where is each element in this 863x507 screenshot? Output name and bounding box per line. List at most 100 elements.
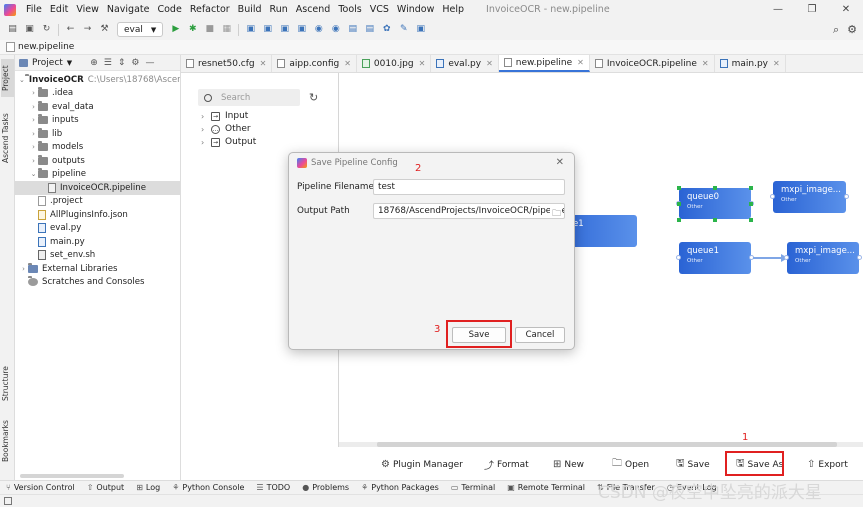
ascend-tool-7-icon[interactable]: ▤: [347, 24, 358, 35]
tab-new-pipeline[interactable]: new.pipeline ✕: [498, 55, 590, 72]
save-all-icon[interactable]: ▣: [24, 24, 35, 35]
pipeline-filename-input[interactable]: test: [373, 179, 565, 195]
menu-code[interactable]: Code: [153, 4, 185, 15]
tree-item-inputs[interactable]: › inputs: [15, 114, 180, 128]
menu-view[interactable]: View: [72, 4, 103, 15]
output-path-input[interactable]: 18768/AscendProjects/InvoiceOCR/pipeline…: [373, 203, 565, 219]
resize-handle[interactable]: [713, 186, 717, 190]
open-folder-icon[interactable]: ▤: [7, 24, 18, 35]
tool-python-packages[interactable]: ⚘ Python Packages: [355, 483, 445, 492]
input-port[interactable]: [676, 255, 681, 260]
tree-item-main-py[interactable]: main.py: [15, 235, 180, 249]
canvas-scrollbar[interactable]: [339, 442, 863, 447]
tree-item-pipeline[interactable]: ⌄ pipeline: [15, 168, 180, 182]
project-panel-scrollbar[interactable]: [20, 474, 124, 478]
sync-icon[interactable]: ↻: [41, 24, 52, 35]
close-icon[interactable]: ✕: [773, 59, 780, 68]
refresh-icon[interactable]: ↻: [309, 91, 318, 104]
new-button[interactable]: ⊞ New: [553, 456, 584, 473]
resize-handle[interactable]: [749, 202, 753, 206]
ascend-tool-2-icon[interactable]: ▣: [262, 24, 273, 35]
ascend-tool-3-icon[interactable]: ▣: [279, 24, 290, 35]
back-icon[interactable]: ←: [65, 24, 76, 35]
expand-icon[interactable]: ⇕: [118, 58, 126, 68]
tab-aipp-config[interactable]: aipp.config ✕: [272, 55, 357, 72]
menu-vcs[interactable]: VCS: [366, 4, 393, 15]
status-layout-icon[interactable]: [4, 497, 12, 505]
output-port[interactable]: [844, 194, 849, 199]
resize-handle[interactable]: [677, 202, 681, 206]
plugin-manager-button[interactable]: ⚙ Plugin Manager: [381, 456, 463, 473]
hide-icon[interactable]: —: [145, 58, 154, 68]
close-icon[interactable]: ✕: [260, 59, 267, 68]
tree-item-project-file[interactable]: .project: [15, 195, 180, 209]
menu-navigate[interactable]: Navigate: [103, 4, 154, 15]
ascend-tool-6-icon[interactable]: ◉: [330, 24, 341, 35]
ascend-tool-8-icon[interactable]: ▤: [364, 24, 375, 35]
tool-terminal[interactable]: ▭ Terminal: [445, 483, 501, 492]
tool-todo[interactable]: ☰ TODO: [250, 483, 296, 492]
project-view-select[interactable]: Project: [32, 58, 63, 68]
close-icon[interactable]: ✕: [344, 59, 351, 68]
tool-tab-bookmarks[interactable]: Bookmarks: [1, 417, 14, 465]
tool-remote-terminal[interactable]: ▣ Remote Terminal: [501, 483, 591, 492]
dialog-cancel-button[interactable]: Cancel: [515, 327, 565, 343]
tab-0010-jpg[interactable]: 0010.jpg ✕: [357, 55, 432, 72]
plugin-category-input[interactable]: › → Input: [201, 111, 248, 121]
close-icon[interactable]: ✕: [702, 59, 709, 68]
tool-python-console[interactable]: ⚘ Python Console: [166, 483, 250, 492]
restore-icon[interactable]: ❐: [795, 0, 829, 19]
tree-item-outputs[interactable]: › outputs: [15, 154, 180, 168]
plugin-category-output[interactable]: › → Output: [201, 137, 256, 147]
tree-item-eval-data[interactable]: › eval_data: [15, 100, 180, 114]
pipeline-node[interactable]: queue1 Other: [676, 242, 754, 274]
menu-tools[interactable]: Tools: [334, 4, 365, 15]
tree-root[interactable]: ⌄ InvoiceOCR C:\Users\18768\Ascend: [15, 73, 180, 87]
tool-output[interactable]: ⇧ Output: [81, 483, 131, 492]
tool-log[interactable]: ⊞ Log: [130, 483, 166, 492]
resize-handle[interactable]: [677, 186, 681, 190]
tree-item-invoiceocr-pipeline[interactable]: InvoiceOCR.pipeline: [15, 181, 180, 195]
format-button[interactable]: ⤴ Format: [484, 456, 529, 473]
menu-file[interactable]: File: [22, 4, 46, 15]
pipeline-node[interactable]: mxpi_image... Other: [784, 242, 862, 274]
close-icon[interactable]: ✕: [419, 59, 426, 68]
ascend-tool-4-icon[interactable]: ▣: [296, 24, 307, 35]
menu-help[interactable]: Help: [438, 4, 468, 15]
menu-ascend[interactable]: Ascend: [292, 4, 335, 15]
build-hammer-icon[interactable]: ⚒: [99, 24, 110, 35]
open-button[interactable]: 🗀 Open: [612, 456, 649, 473]
tree-item-external-libraries[interactable]: › External Libraries: [15, 262, 180, 276]
tree-item-set-env[interactable]: set_env.sh: [15, 249, 180, 263]
resize-handle[interactable]: [749, 218, 753, 222]
collapse-all-icon[interactable]: ☰: [104, 58, 112, 68]
menu-window[interactable]: Window: [393, 4, 438, 15]
folder-browse-icon[interactable]: 🗀: [549, 206, 561, 218]
tab-invoiceocr-pipeline[interactable]: InvoiceOCR.pipeline ✕: [590, 55, 715, 72]
tree-item-models[interactable]: › models: [15, 141, 180, 155]
forward-icon[interactable]: →: [82, 24, 93, 35]
run-config-select[interactable]: eval ▼: [117, 22, 164, 37]
resize-handle[interactable]: [749, 186, 753, 190]
coverage-icon[interactable]: ▦: [221, 24, 232, 35]
tree-item-eval-py[interactable]: eval.py: [15, 222, 180, 236]
resize-handle[interactable]: [713, 218, 717, 222]
tab-main-py[interactable]: main.py ✕: [715, 55, 786, 72]
menu-refactor[interactable]: Refactor: [186, 4, 234, 15]
gear-icon[interactable]: ⚙: [131, 58, 139, 68]
input-port[interactable]: [784, 255, 789, 260]
close-icon[interactable]: ✕: [556, 157, 564, 168]
close-icon[interactable]: ✕: [577, 58, 584, 67]
tool-tab-structure[interactable]: Structure: [1, 361, 14, 407]
run-icon[interactable]: ▶: [170, 24, 181, 35]
tree-item-scratches[interactable]: Scratches and Consoles: [15, 276, 180, 290]
locate-icon[interactable]: ⊕: [90, 58, 98, 68]
tool-version-control[interactable]: ⑂ Version Control: [0, 483, 81, 492]
scrollbar-thumb[interactable]: [377, 442, 837, 447]
tab-eval-py[interactable]: eval.py ✕: [431, 55, 499, 72]
tree-item-allpluginsinfo[interactable]: AllPluginsInfo.json: [15, 208, 180, 222]
output-port[interactable]: [857, 255, 862, 260]
input-port[interactable]: [770, 194, 775, 199]
search-everywhere-icon[interactable]: ⌕: [833, 23, 839, 37]
settings-gear-icon[interactable]: ⚙: [847, 23, 857, 36]
